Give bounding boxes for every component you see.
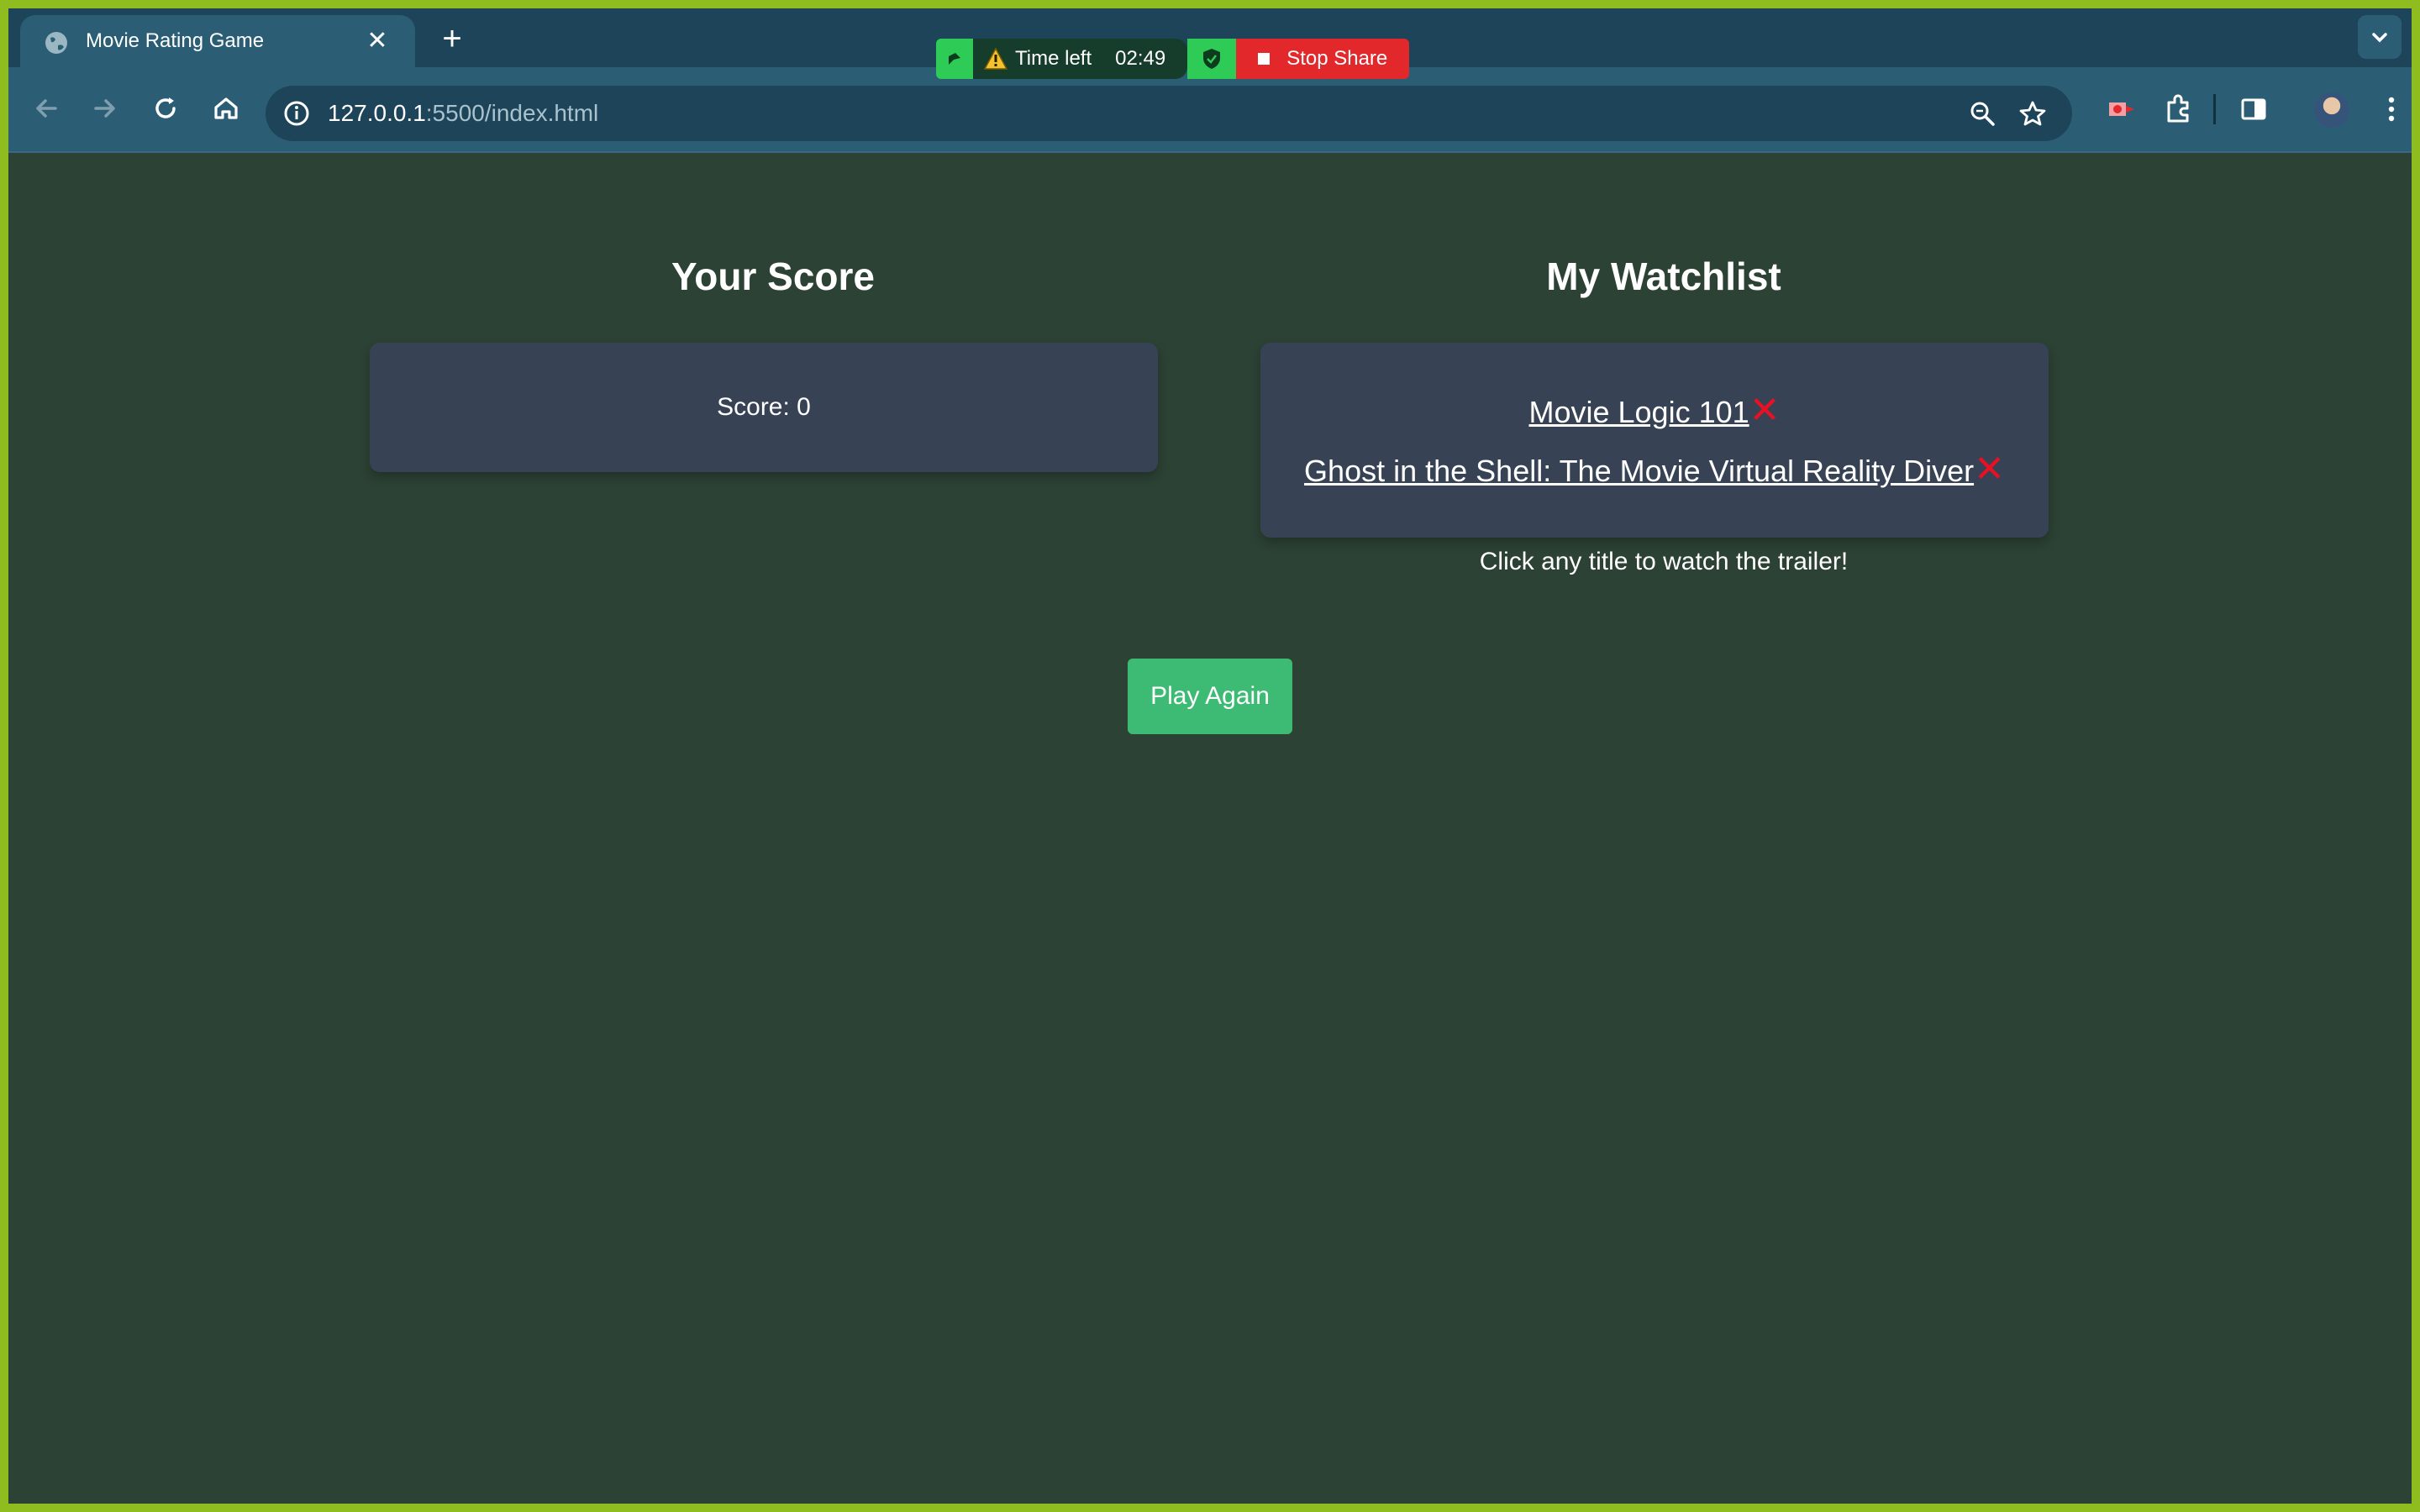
time-left-label: Time left — [1015, 47, 1092, 70]
watchlist-item[interactable]: Ghost in the Shell: The Movie Virtual Re… — [1260, 451, 2049, 489]
screen-share-extension-icon[interactable] — [2104, 92, 2138, 126]
drag-grip-icon[interactable] — [936, 39, 973, 79]
url-text[interactable]: 127.0.0.1:5500/index.html — [328, 100, 598, 127]
time-left-indicator: Time left 02:49 — [973, 39, 1188, 79]
remove-x-icon[interactable]: ✕ — [1974, 451, 2005, 488]
side-panel-icon[interactable] — [2237, 92, 2270, 126]
browser-window: Movie Rating Game ✕ + 127.0.0.1:5500/ind… — [8, 8, 2412, 1504]
score-heading: Your Score — [671, 255, 875, 298]
warning-icon — [983, 47, 1008, 70]
extensions-puzzle-icon[interactable] — [2161, 92, 2195, 126]
back-arrow-icon[interactable] — [27, 89, 66, 128]
forward-arrow-icon[interactable] — [86, 89, 124, 128]
tab-title: Movie Rating Game — [86, 29, 265, 52]
watchlist-heading: My Watchlist — [1546, 255, 1781, 298]
address-bar[interactable]: 127.0.0.1:5500/index.html — [266, 86, 2072, 141]
time-left-value: 02:49 — [1115, 47, 1166, 70]
tab-movie-rating-game[interactable]: Movie Rating Game ✕ — [20, 15, 415, 74]
remove-x-icon[interactable]: ✕ — [1749, 392, 1781, 429]
home-icon[interactable] — [207, 89, 245, 128]
globe-icon — [45, 32, 67, 54]
stop-share-button[interactable]: Stop Share — [1236, 39, 1410, 79]
stop-share-label: Stop Share — [1286, 47, 1388, 70]
close-tab-icon[interactable]: ✕ — [363, 27, 392, 55]
watchlist-hint: Click any title to watch the trailer! — [1479, 548, 1849, 575]
score-text: Score: 0 — [717, 393, 811, 421]
new-tab-icon[interactable]: + — [434, 22, 471, 59]
page-content: Your Score Score: 0 My Watchlist Movie L… — [8, 153, 2412, 1504]
watchlist-item[interactable]: Movie Logic 101✕ — [1260, 392, 2049, 430]
watchlist-card: Movie Logic 101✕ Ghost in the Shell: The… — [1260, 343, 2049, 538]
shield-icon — [1187, 39, 1237, 79]
zoom-icon[interactable] — [1968, 99, 1996, 128]
tab-search-button[interactable] — [2358, 15, 2402, 59]
screen-share-bar: Time left 02:49 Stop Share — [936, 39, 1410, 79]
browser-toolbar: 127.0.0.1:5500/index.html — [8, 67, 2412, 153]
more-menu-icon[interactable] — [2375, 92, 2408, 126]
watchlist-item-title[interactable]: Ghost in the Shell: The Movie Virtual Re… — [1304, 454, 1974, 488]
watchlist-item-title[interactable]: Movie Logic 101 — [1528, 395, 1749, 429]
score-card: Score: 0 — [370, 343, 1158, 472]
bookmark-star-icon[interactable] — [2018, 99, 2047, 128]
toolbar-separator — [2213, 94, 2216, 124]
chevron-down-icon — [2372, 33, 2387, 43]
stop-icon — [1258, 53, 1270, 65]
profile-avatar[interactable] — [2314, 92, 2349, 128]
reload-icon[interactable] — [146, 89, 185, 128]
site-info-icon[interactable] — [282, 99, 311, 128]
play-again-button[interactable]: Play Again — [1128, 659, 1292, 734]
